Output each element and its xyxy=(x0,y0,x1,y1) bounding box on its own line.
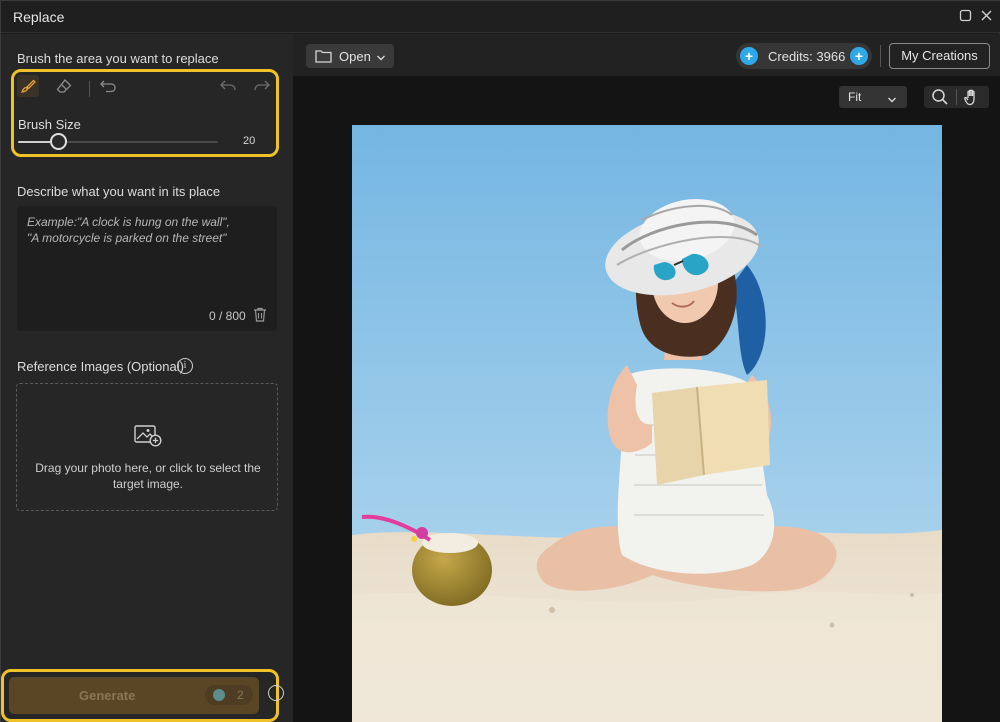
char-counter: 0 / 800 xyxy=(209,309,246,323)
generate-cost: 2 xyxy=(237,688,244,702)
my-creations-button[interactable]: My Creations xyxy=(889,43,990,69)
brush-section-label: Brush the area you want to replace xyxy=(17,51,219,66)
replace-window: Replace Brush the area you want to repla… xyxy=(0,0,1000,722)
credits-pill: + Credits: 3966 + xyxy=(736,43,872,69)
redo-icon[interactable] xyxy=(251,75,273,97)
left-panel: Brush the area you want to replace Brush… xyxy=(1,34,293,722)
paint-brush-icon[interactable] xyxy=(17,75,39,97)
generate-label: Generate xyxy=(79,688,136,703)
fit-label: Fit xyxy=(848,90,862,104)
hand-pan-icon[interactable] xyxy=(963,88,983,106)
window-title: Replace xyxy=(13,9,65,25)
beach-photo xyxy=(352,125,942,722)
folder-icon xyxy=(315,49,332,68)
reference-dropzone[interactable]: Drag your photo here, or click to select… xyxy=(16,383,278,511)
undo-icon[interactable] xyxy=(217,75,239,97)
credit-icon: + xyxy=(740,47,758,65)
title-bar: Replace xyxy=(1,1,1000,33)
generate-info-icon[interactable] xyxy=(268,685,284,701)
zoom-fit-select[interactable]: Fit xyxy=(839,86,907,108)
dropzone-text: Drag your photo here, or click to select… xyxy=(35,461,261,491)
generate-highlight: Generate 2 xyxy=(1,669,279,722)
generate-cost-badge: 2 xyxy=(205,685,253,705)
trash-icon[interactable] xyxy=(253,307,269,323)
canvas-area: Open + Credits: 3966 + My Creations Fit xyxy=(293,34,1000,722)
eraser-icon[interactable] xyxy=(53,75,75,97)
brush-size-label: Brush Size xyxy=(18,117,81,132)
reference-images-label: Reference Images (Optional) xyxy=(17,359,184,374)
chevron-down-icon xyxy=(376,50,386,68)
brush-size-thumb[interactable] xyxy=(50,133,67,150)
magnifier-icon[interactable] xyxy=(931,88,951,106)
info-icon[interactable]: i xyxy=(177,358,193,374)
buy-credits-button[interactable]: + xyxy=(850,47,868,65)
view-tools xyxy=(924,86,989,108)
view-tools-separator xyxy=(956,89,957,105)
open-button[interactable]: Open xyxy=(306,44,394,68)
brush-tools-highlight: Brush Size 20 xyxy=(11,69,279,157)
toolbar-separator xyxy=(880,45,881,67)
open-label: Open xyxy=(339,49,371,64)
maximize-icon[interactable] xyxy=(956,8,974,26)
reset-icon[interactable] xyxy=(97,75,119,97)
prompt-textarea[interactable] xyxy=(17,206,277,306)
chevron-down-icon xyxy=(887,92,897,110)
photo-canvas[interactable] xyxy=(352,125,942,722)
brush-size-slider[interactable] xyxy=(18,133,218,150)
close-icon[interactable] xyxy=(977,8,995,26)
tool-separator xyxy=(89,81,90,97)
credit-coin-icon xyxy=(213,689,225,701)
describe-label: Describe what you want in its place xyxy=(17,184,221,199)
top-toolbar: Open + Credits: 3966 + My Creations xyxy=(293,34,1000,76)
generate-button[interactable]: Generate 2 xyxy=(9,677,259,714)
credits-text: Credits: 3966 xyxy=(768,49,846,64)
image-add-icon xyxy=(134,424,162,453)
brush-size-value: 20 xyxy=(243,135,256,147)
prompt-box: 0 / 800 xyxy=(17,206,277,331)
